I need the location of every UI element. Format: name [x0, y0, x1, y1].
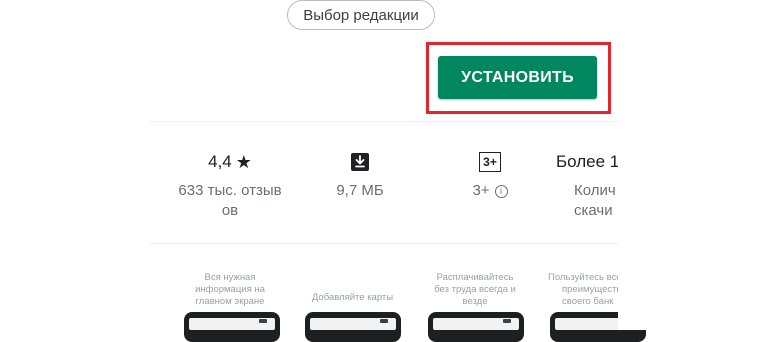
size-stat: 9,7 МБ: [310, 150, 410, 202]
screenshot-thumbnail-2[interactable]: [305, 312, 401, 342]
screenshot-thumbnail-3[interactable]: [428, 312, 524, 342]
download-icon: [351, 153, 369, 171]
install-button[interactable]: УСТАНОВИТЬ: [438, 56, 597, 99]
installs-value: Более 1: [556, 152, 620, 171]
age-rating-text: 3+: [472, 182, 490, 199]
app-size: 9,7 МБ: [336, 182, 384, 199]
divider-top: [150, 121, 618, 122]
editors-choice-label: Выбор редакции: [303, 6, 419, 24]
status-icon: [259, 319, 267, 323]
screenshot-caption-1: Вся нужная информация на главном экране: [195, 272, 265, 307]
review-count-line2: ов: [221, 202, 239, 219]
editors-choice-chip[interactable]: Выбор редакции: [287, 0, 435, 30]
content-crop-mask: [618, 120, 770, 330]
star-icon: ★: [235, 151, 252, 172]
screenshot-caption-2: Добавляйте карты: [311, 292, 394, 303]
screenshot-caption-4: Пользуйтесь все преимуществ своего банк: [548, 272, 622, 307]
review-count-line1: 633 тыс. отзыв: [178, 182, 282, 199]
status-icon: [503, 319, 511, 323]
age-rating-stat[interactable]: 3+ 3+ i: [440, 150, 540, 202]
status-icon: [380, 319, 388, 323]
divider-bottom: [150, 243, 618, 244]
screenshot-caption-3: Расплачивайтесь без труда всегда и везде: [434, 272, 516, 307]
info-icon[interactable]: i: [494, 184, 508, 198]
rating-value: 4,4: [208, 152, 232, 171]
rating-stat[interactable]: 4,4 ★ 633 тыс. отзыв ов: [160, 150, 300, 222]
age-rating-badge: 3+: [479, 152, 501, 172]
age-rating-badge-text: 3+: [483, 155, 497, 169]
info-icon-glyph: i: [500, 186, 503, 196]
install-button-label: УСТАНОВИТЬ: [461, 68, 574, 86]
screenshot-thumbnail-1[interactable]: [184, 312, 280, 342]
